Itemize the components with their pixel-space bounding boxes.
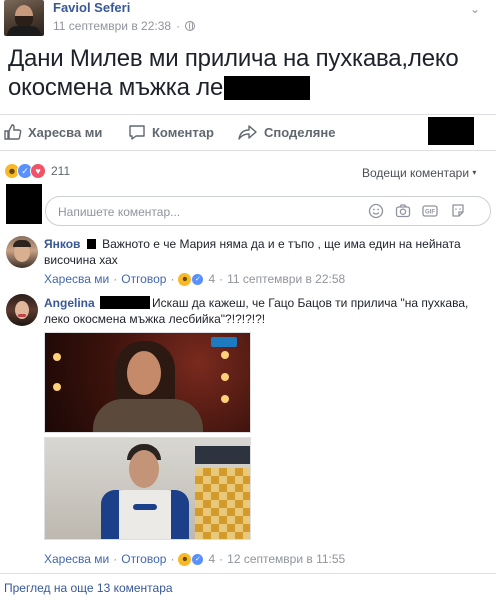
redaction-box [6,184,42,224]
redaction-box [428,117,474,145]
comment-reply-link[interactable]: Отговор [121,272,166,286]
redaction-box [86,239,96,249]
view-more-comments-link[interactable]: Преглед на още 13 коментара [4,581,173,595]
comment-reaction-count[interactable]: 4 [208,272,215,286]
post-text-line-1: Дани Милев ми прилича на пухкава,леко [8,45,459,72]
comment-image-bottom[interactable] [44,437,251,540]
sticker-icon[interactable] [450,203,466,219]
comment-like-link[interactable]: Харесва ми [44,552,109,566]
comment-like-link[interactable]: Харесва ми [44,272,109,286]
caret-down-icon: ▾ [472,168,477,177]
like-label: Харесва ми [28,124,103,140]
gif-icon[interactable]: GIF [422,203,438,219]
comment-text: Важното е че Мария няма да и е тъпо , ще… [44,237,461,267]
comment-reaction-count[interactable]: 4 [208,552,215,566]
redaction-box [100,296,151,309]
share-arrow-icon [238,125,257,140]
comment-sort-dropdown[interactable]: Водещи коментари ▾ [362,166,476,180]
commenter-name[interactable]: Янков [44,237,80,251]
speech-bubble-icon [129,125,145,140]
commenter-name[interactable]: Angelina [44,296,95,310]
emoji-icon[interactable] [368,203,384,219]
post-meta: 11 септември в 22:38 · [53,19,196,33]
comment-footer: Харесва ми · Отговор · ☻ ✓ 4 · 11 септемв… [44,272,346,286]
post-body: Дани Милев ми прилича на пухкава,леко ок… [8,44,488,102]
commenter-avatar[interactable] [6,294,38,326]
globe-icon [185,21,196,31]
sort-label: Водещи коментари [362,166,470,180]
comment-body: Angelina Искаш да кажеш, че Гацо Бацов т… [44,295,474,327]
divider [0,114,496,115]
haha-reaction-icon: ☻ [178,552,192,566]
comment-footer: Харесва ми · Отговор · ☻ ✓ 4 · 12 септемв… [44,552,346,566]
comment-input[interactable]: Напишете коментар... GIF [45,196,491,226]
comment-reply-link[interactable]: Отговор [121,552,166,566]
haha-reaction-icon: ☻ [178,272,192,286]
divider [0,573,496,574]
comment-placeholder: Напишете коментар... [58,205,181,219]
chevron-down-icon[interactable]: ⌄ [470,2,480,16]
commenter-avatar[interactable] [6,236,38,268]
comment-date[interactable]: 12 септември в 11:55 [227,552,345,566]
divider [0,150,496,151]
post-text-line-2: окосмена мъжка ле [8,74,224,101]
post-author-name[interactable]: Faviol Seferi [53,0,130,15]
comment-label: Коментар [152,124,214,140]
like-reaction-icon: ✓ [191,272,205,286]
post-date[interactable]: 11 септември в 22:38 [53,19,171,33]
svg-text:GIF: GIF [425,210,435,216]
reaction-count: 211 [51,164,71,178]
thumbs-up-icon [4,124,22,140]
share-label: Споделяне [264,124,336,140]
like-reaction-icon: ✓ [191,552,205,566]
author-avatar[interactable] [4,0,44,36]
share-button[interactable]: Споделяне [238,124,335,140]
redaction-box [224,75,311,100]
like-button[interactable]: Харесва ми [4,124,102,140]
camera-icon[interactable] [395,203,411,219]
reactions-summary[interactable]: ☻ ✓ ♥ 211 [4,163,70,179]
love-reaction-icon: ♥ [30,163,46,179]
comment-body: Янков Важното е че Мария няма да и е тъп… [44,236,474,268]
comment-date[interactable]: 11 септември в 22:58 [227,272,345,286]
comment-button[interactable]: Коментар [128,124,214,140]
comment-image-top[interactable] [44,332,251,433]
